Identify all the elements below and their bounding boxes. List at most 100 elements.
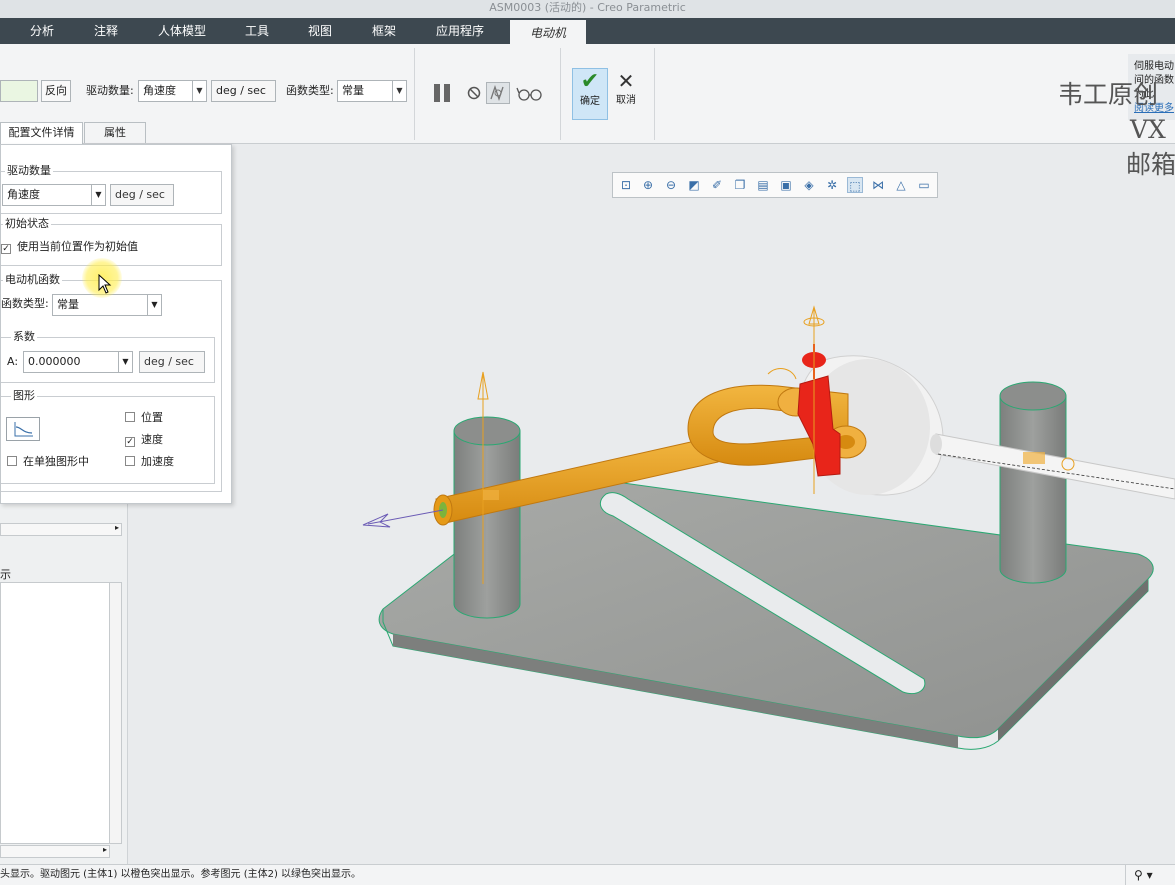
horizontal-scrollbar[interactable]: ▸ [0,845,110,858]
appearance-icon[interactable]: △ [893,177,909,193]
list-section-label: 示 [0,568,11,581]
cancel-button[interactable]: ✕ 取消 [610,68,642,120]
checkbox-checked-icon: ✓ [125,437,135,447]
chevron-down-icon: ▼ [192,81,206,101]
annotation-display-icon[interactable]: ⬚ [847,177,863,193]
tab-properties[interactable]: 属性 [84,122,146,143]
func-type-select[interactable]: 常量 ▼ [337,80,407,102]
profile-details-panel: 驱动数量 角速度 ▼ deg / sec 初始状态 ✓ 使用当前位置作为初始值 电… [0,144,232,504]
motor-function-group: 电动机函数 函数类型: 常量 ▼ 系数 A: 0.000000 ▼ deg / … [1,273,222,492]
in-separate-graph-label: 在单独图形中 [23,455,89,468]
right-post[interactable] [999,381,1067,584]
section-icon[interactable]: ▭ [916,177,932,193]
coefficient-a-unit: deg / sec [139,351,205,373]
position-checkbox[interactable]: 位置 [125,411,163,425]
graph-icon [14,422,33,437]
velocity-checkbox[interactable]: ✓ 速度 [125,433,163,447]
coefficients-title: 系数 [11,330,37,344]
display-style-icon[interactable]: ▣ [778,177,794,193]
initial-state-title: 初始状态 [3,217,51,231]
horizontal-scrollbar[interactable]: ▸ [0,523,122,536]
mouse-pointer-icon [98,273,112,297]
menubar: 分析 注释 人体模型 工具 视图 框架 应用程序 电动机 [0,18,1175,44]
coefficient-a-label: A: [7,355,19,368]
use-current-position-checkbox[interactable]: ✓ 使用当前位置作为初始值 [1,240,138,254]
menu-tools[interactable]: 工具 [239,18,275,44]
acceleration-label: 加速度 [141,455,174,468]
spin-center-icon[interactable]: ⋈ [870,177,886,193]
checkbox-checked-icon: ✓ [1,244,11,254]
drive-unit: deg / sec [211,80,276,102]
view-manager-icon[interactable]: ▤ [755,177,771,193]
chevron-down-icon: ▼ [147,295,161,315]
watermark-text: VX [1130,115,1166,144]
ribbon: 反向 驱动数量: 角速度 ▼ deg / sec 函数类型: 常量 ▼ ✔ 确定… [0,44,1175,144]
model-graphics[interactable] [128,144,1175,864]
plot-graph-button[interactable] [6,417,40,441]
tab-motor[interactable]: 电动机 [510,18,586,44]
menu-view[interactable]: 视图 [302,18,338,44]
find-icon[interactable]: ⚲ ▾ [1125,865,1175,885]
ok-button[interactable]: ✔ 确定 [572,68,608,120]
chevron-right-icon: ▸ [114,523,119,532]
watermark-text: 韦工原创 [1058,80,1159,109]
tooltip-line: 伺服电动 [1134,61,1174,72]
use-current-position-label: 使用当前位置作为初始值 [17,240,138,253]
status-bar: 头显示。驱动图元 (主体1) 以橙色突出显示。参考图元 (主体2) 以绿色突出显… [0,864,1175,885]
graphics-viewport[interactable] [128,144,1175,864]
drive-quantity-unit: deg / sec [110,184,174,206]
ok-label: 确定 [580,96,600,107]
in-separate-graph-checkbox[interactable]: 在单独图形中 [7,455,89,469]
drive-quantity-select[interactable]: 角速度 ▼ [2,184,106,206]
menu-applications[interactable]: 应用程序 [430,18,490,44]
position-label: 位置 [141,411,163,424]
func-type-value: 常量 [57,298,79,311]
view-toolbar: ⊡ ⊕ ⊖ ◩ ✐ ❐ ▤ ▣ ◈ ✲ ⬚ ⋈ △ ▭ [612,172,938,198]
stop-icon[interactable] [466,85,482,101]
checkmark-icon: ✔ [580,69,600,94]
drive-quantity-value: 角速度 [143,84,176,97]
saved-views-icon[interactable]: ❐ [732,177,748,193]
menu-manikin[interactable]: 人体模型 [152,18,212,44]
skip-display-icon[interactable] [486,82,510,104]
func-type-label: 函数类型: [1,297,49,310]
orient-icon[interactable]: ✐ [709,177,725,193]
menu-analysis[interactable]: 分析 [24,18,60,44]
graph-title: 图形 [11,389,37,403]
datum-display-icon[interactable]: ✲ [824,177,840,193]
coefficient-a-input[interactable]: 0.000000 ▼ [23,351,133,373]
motion-axis-field[interactable] [0,80,38,102]
repaint-icon[interactable]: ◩ [686,177,702,193]
drive-quantity-label: 驱动数量: [86,84,134,97]
drive-quantity-title: 驱动数量 [5,164,53,178]
velocity-label: 速度 [141,433,163,446]
motor-function-title: 电动机函数 [3,273,62,287]
drive-quantity-select[interactable]: 角速度 ▼ [138,80,207,102]
perspective-icon[interactable]: ◈ [801,177,817,193]
reverse-button[interactable]: 反向 [41,80,71,102]
display-list[interactable] [0,582,122,844]
pause-icon[interactable] [432,82,454,104]
menu-framework[interactable]: 框架 [366,18,402,44]
checkbox-unchecked-icon [7,456,17,466]
acceleration-checkbox[interactable]: 加速度 [125,455,174,469]
status-message: 头显示。驱动图元 (主体1) 以橙色突出显示。参考图元 (主体2) 以绿色突出显… [0,869,362,880]
vertical-scrollbar[interactable] [109,583,121,843]
tab-profile-details[interactable]: 配置文件详情 [0,122,83,144]
chevron-down-icon: ▼ [91,185,105,205]
window-title: ASM0003 (活动的) - Creo Parametric [0,0,1175,18]
zoom-in-icon[interactable]: ⊕ [640,177,656,193]
cancel-label: 取消 [616,95,636,106]
watermark-text: 邮箱 [1126,150,1175,179]
ribbon-separator [414,48,415,140]
white-wheel[interactable] [799,355,1175,500]
func-type-value: 常量 [342,84,364,97]
chevron-down-icon: ▼ [392,81,406,101]
menu-annotate[interactable]: 注释 [88,18,124,44]
glasses-icon[interactable] [516,84,544,102]
drive-quantity-value: 角速度 [7,188,40,201]
drive-quantity-group: 驱动数量 角速度 ▼ deg / sec [1,164,222,214]
func-type-label: 函数类型: [286,84,334,97]
zoom-out-icon[interactable]: ⊖ [663,177,679,193]
refit-icon[interactable]: ⊡ [618,177,634,193]
